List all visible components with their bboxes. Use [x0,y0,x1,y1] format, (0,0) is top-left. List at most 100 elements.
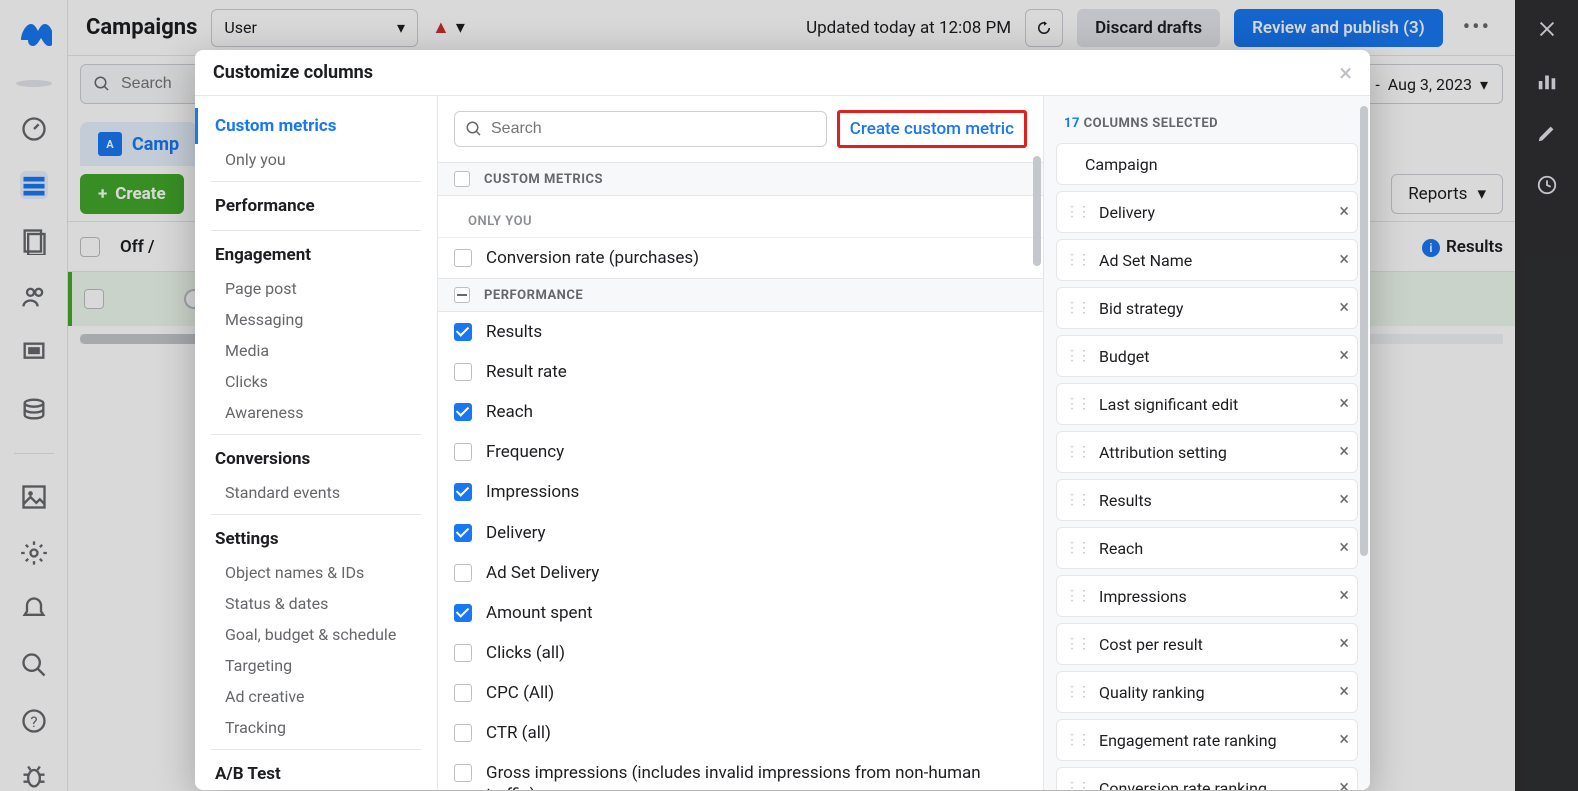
selected-column[interactable]: ⋮⋮ Delivery × [1056,191,1358,233]
close-icon[interactable]: × [1339,59,1352,87]
sidebar-item[interactable]: Settings [195,521,437,557]
selected-column-label: Delivery [1099,203,1329,222]
sidebar-item[interactable]: Custom metrics [195,108,437,144]
selected-column[interactable]: ⋮⋮Last significant edit× [1056,383,1358,425]
sidebar-item[interactable]: Media [195,335,437,366]
sidebar-item[interactable]: A/B Test [195,756,437,790]
metric-row: Amount spent [438,593,1043,633]
sidebar-item[interactable]: Engagement [195,237,437,273]
metric-label: Results [486,321,542,343]
drag-handle-icon[interactable]: ⋮⋮ [1065,204,1089,220]
metrics-panel: Create custom metric CUSTOM METRICS ONLY… [438,96,1044,790]
selected-column[interactable]: ⋮⋮Reach× [1056,527,1358,569]
sidebar-item[interactable]: Standard events [195,477,437,508]
metric-checkbox[interactable] [454,524,472,542]
metric-row: Clicks (all) [438,633,1043,673]
drag-handle-icon[interactable]: ⋮⋮ [1065,492,1089,508]
sidebar-item[interactable]: Performance [195,188,437,224]
sidebar-divider [211,230,421,231]
metric-label: Impressions [486,481,579,503]
section-checkbox[interactable] [454,171,470,187]
metric-checkbox[interactable] [454,604,472,622]
sidebar-item[interactable]: Targeting [195,650,437,681]
selected-column[interactable]: Campaign [1056,143,1358,185]
sidebar-item[interactable]: Status & dates [195,588,437,619]
remove-icon[interactable]: × [1339,443,1349,461]
metric-checkbox[interactable] [454,403,472,421]
sidebar-item[interactable]: Clicks [195,366,437,397]
drag-handle-icon[interactable]: ⋮⋮ [1065,396,1089,412]
selected-column[interactable]: ⋮⋮Cost per result× [1056,623,1358,665]
selected-column[interactable]: ⋮⋮Bid strategy× [1056,287,1358,329]
selected-column-label: Ad Set Name [1099,251,1329,270]
panel-scrollbar[interactable] [1360,106,1368,556]
remove-icon[interactable]: × [1339,779,1349,790]
selected-column-label: Quality ranking [1099,683,1329,702]
remove-icon[interactable]: × [1339,731,1349,749]
metric-row: Ad Set Delivery [438,553,1043,593]
section-checkbox-indeterminate[interactable] [454,287,470,303]
drag-handle-icon[interactable]: ⋮⋮ [1065,300,1089,316]
panel-scrollbar[interactable] [1033,156,1041,266]
remove-icon[interactable]: × [1339,539,1349,557]
remove-icon[interactable]: × [1339,683,1349,701]
remove-icon[interactable]: × [1339,491,1349,509]
remove-icon[interactable]: × [1339,587,1349,605]
metric-checkbox[interactable] [454,249,472,267]
selected-column-label: Results [1099,491,1329,510]
selected-column[interactable]: ⋮⋮ Engagement rate ranking × [1056,719,1358,761]
remove-icon[interactable]: × [1339,251,1349,269]
sidebar-item[interactable]: Only you [195,144,437,175]
sidebar-item[interactable]: Awareness [195,397,437,428]
metric-checkbox[interactable] [454,363,472,381]
sidebar-item[interactable]: Ad creative [195,681,437,712]
metrics-search[interactable] [454,111,827,147]
metric-label: Result rate [486,361,567,383]
metric-checkbox[interactable] [454,483,472,501]
selected-column[interactable]: ⋮⋮ Impressions × [1056,575,1358,617]
remove-icon[interactable]: × [1339,635,1349,653]
sidebar-item[interactable]: Object names & IDs [195,557,437,588]
sidebar-item[interactable]: Messaging [195,304,437,335]
drag-handle-icon[interactable]: ⋮⋮ [1065,540,1089,556]
metric-checkbox[interactable] [454,724,472,742]
metric-checkbox[interactable] [454,644,472,662]
sidebar-item[interactable]: Conversions [195,441,437,477]
modal-body: Custom metricsOnly you Performance Engagem… [195,96,1370,790]
selected-column[interactable]: ⋮⋮ Quality ranking × [1056,671,1358,713]
metric-checkbox[interactable] [454,764,472,782]
remove-icon[interactable]: × [1339,299,1349,317]
sidebar-item[interactable]: Goal, budget & schedule [195,619,437,650]
sidebar-item[interactable]: Tracking [195,712,437,743]
metric-checkbox[interactable] [454,564,472,582]
modal-title: Customize columns [213,62,373,83]
selected-column[interactable]: ⋮⋮ Conversion rate ranking × [1056,767,1358,790]
selected-column-label: Impressions [1099,587,1329,606]
drag-handle-icon[interactable]: ⋮⋮ [1065,636,1089,652]
drag-handle-icon[interactable]: ⋮⋮ [1065,732,1089,748]
remove-icon[interactable]: × [1339,395,1349,413]
metric-checkbox[interactable] [454,684,472,702]
drag-handle-icon[interactable]: ⋮⋮ [1065,348,1089,364]
selected-column[interactable]: ⋮⋮ Results × [1056,479,1358,521]
sidebar-item[interactable]: Page post [195,273,437,304]
selected-column[interactable]: ⋮⋮ Ad Set Name × [1056,239,1358,281]
metric-checkbox[interactable] [454,443,472,461]
drag-handle-icon[interactable]: ⋮⋮ [1065,588,1089,604]
selected-column[interactable]: ⋮⋮Budget× [1056,335,1358,377]
metrics-search-input[interactable] [491,120,816,138]
drag-handle-icon[interactable]: ⋮⋮ [1065,684,1089,700]
selected-columns-header: 17 COLUMNS SELECTED [1056,112,1358,143]
remove-icon[interactable]: × [1339,203,1349,221]
drag-handle-icon[interactable]: ⋮⋮ [1065,252,1089,268]
customize-columns-modal: Customize columns × Custom metricsOnly y… [195,50,1370,790]
remove-icon[interactable]: × [1339,347,1349,365]
drag-handle-icon[interactable]: ⋮⋮ [1065,444,1089,460]
drag-handle-icon[interactable]: ⋮⋮ [1065,780,1089,790]
selected-column-label: Engagement rate ranking [1099,731,1329,750]
metric-label: Frequency [486,441,564,463]
selected-column-label: Conversion rate ranking [1099,779,1329,791]
metric-checkbox[interactable] [454,323,472,341]
create-custom-metric-link[interactable]: Create custom metric [837,110,1027,148]
selected-column[interactable]: ⋮⋮Attribution setting× [1056,431,1358,473]
